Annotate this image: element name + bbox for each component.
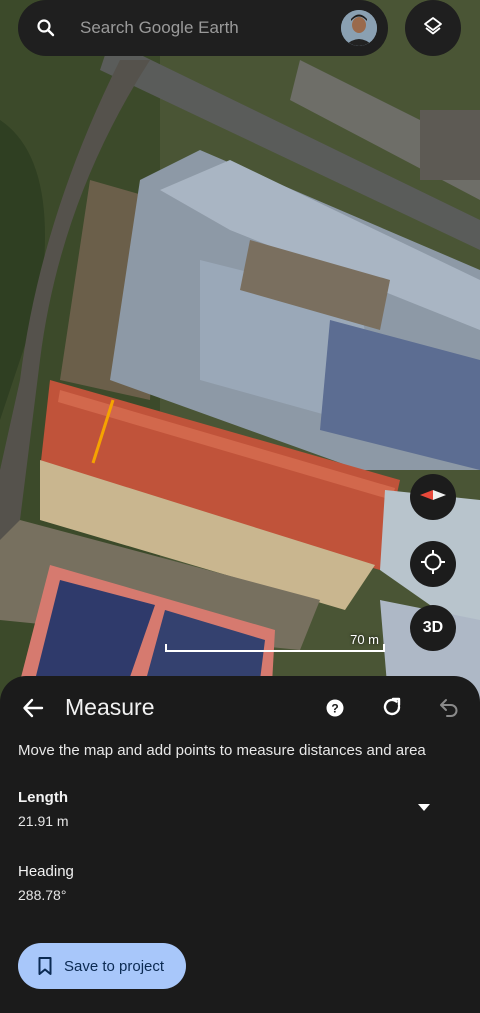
satellite-imagery xyxy=(0,0,480,720)
3d-toggle-button[interactable]: 3D xyxy=(410,605,456,651)
measure-panel: Measure ? Move the map and add points to… xyxy=(0,676,480,1013)
length-label: Length xyxy=(18,789,68,806)
search-icon[interactable] xyxy=(34,16,58,40)
reset-button[interactable] xyxy=(377,694,407,724)
unit-dropdown[interactable] xyxy=(410,798,438,818)
length-value: 21.91 m xyxy=(18,813,69,829)
heading-value: 288.78° xyxy=(18,887,67,903)
compass-icon xyxy=(418,488,448,507)
scale-bar: 70 m xyxy=(165,632,385,656)
crosshair-icon xyxy=(420,549,446,580)
panel-title: Measure xyxy=(65,694,155,720)
avatar[interactable] xyxy=(341,10,377,46)
save-to-project-button[interactable]: Save to project xyxy=(18,943,186,989)
refresh-icon xyxy=(380,695,404,724)
undo-button[interactable] xyxy=(434,694,464,724)
help-button[interactable]: ? xyxy=(321,696,349,724)
undo-icon xyxy=(437,695,461,724)
compass-button[interactable] xyxy=(410,474,456,520)
help-icon: ? xyxy=(326,699,344,722)
search-input[interactable]: Search Google Earth xyxy=(80,18,239,38)
svg-text:?: ? xyxy=(331,701,338,715)
bookmark-icon xyxy=(36,956,54,976)
my-location-button[interactable] xyxy=(410,541,456,587)
save-button-label: Save to project xyxy=(64,957,165,975)
heading-label: Heading xyxy=(18,863,74,880)
satellite-map[interactable]: 70 m xyxy=(0,0,480,720)
scale-line xyxy=(165,644,385,652)
instructions-text: Move the map and add points to measure d… xyxy=(18,742,426,759)
layers-icon xyxy=(422,15,444,42)
back-button[interactable] xyxy=(16,693,50,727)
back-arrow-icon xyxy=(21,696,45,725)
dropdown-arrow-icon xyxy=(417,799,431,817)
layers-button[interactable] xyxy=(405,0,461,56)
search-bar[interactable]: Search Google Earth xyxy=(18,0,388,56)
